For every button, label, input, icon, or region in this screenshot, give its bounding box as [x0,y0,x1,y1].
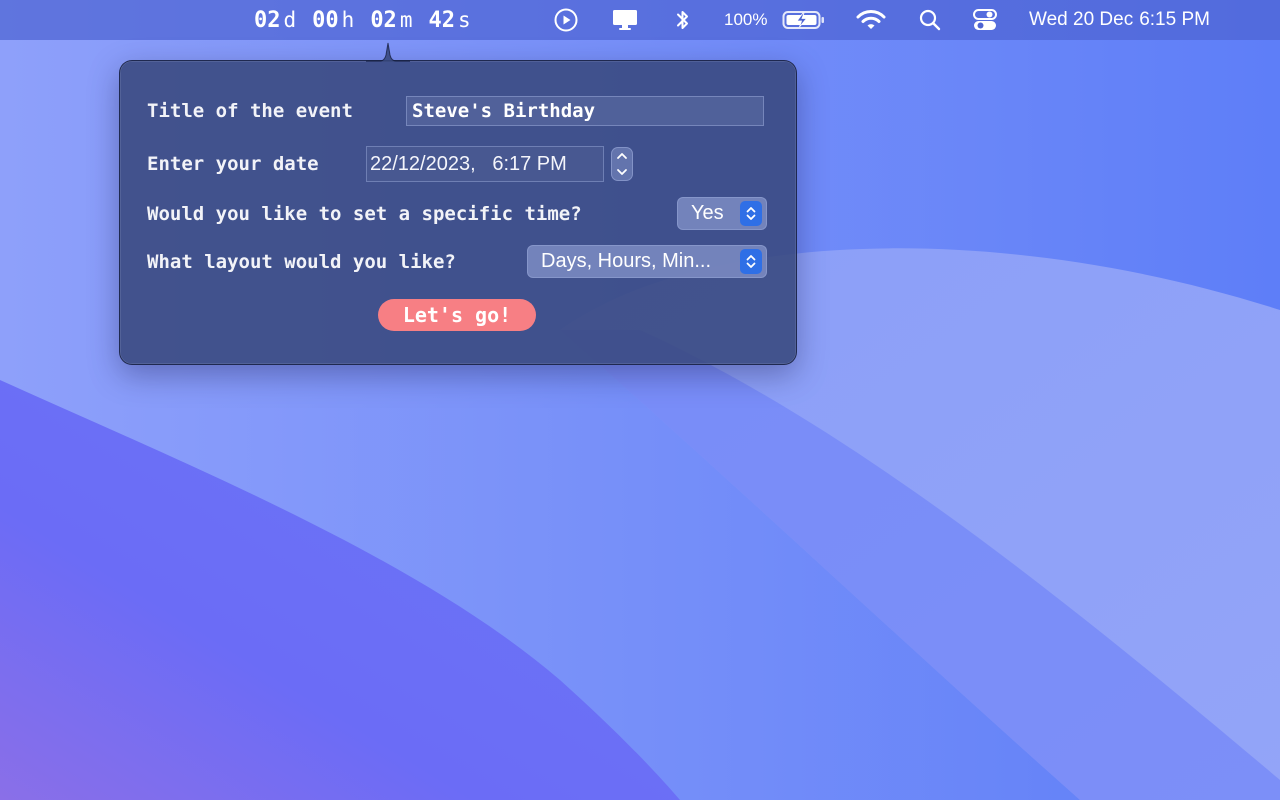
play-circle-icon[interactable] [553,0,579,40]
event-title-label: Title of the event [147,100,353,122]
stepper-up-icon[interactable] [612,148,632,164]
popover-arrow [366,42,410,62]
search-icon[interactable] [918,0,942,40]
wifi-icon[interactable] [855,0,887,40]
countdown-hours-unit: h [341,7,355,32]
chevron-up-down-icon [740,249,762,274]
display-icon[interactable] [611,0,639,40]
battery-percent: 100% [724,10,768,29]
countdown-seconds: 42 [428,7,455,33]
layout-label: What layout would you like? [147,251,456,273]
menubar-clock[interactable]: Wed 20 Dec 6:15 PM [1029,0,1210,40]
specific-time-select[interactable]: Yes [677,197,767,230]
layout-select[interactable]: Days, Hours, Min... [527,245,767,278]
control-center-icon[interactable] [972,0,998,40]
event-title-input[interactable]: Steve's Birthday [406,96,764,126]
countdown-seconds-unit: s [457,7,471,32]
countdown-minutes-unit: m [399,7,413,32]
countdown-days-unit: d [283,7,297,32]
menu-bar: 02 d 00 h 02 m 42 s 100% Wed 20 Dec 6:15 PM [0,0,1280,40]
countdown-minutes: 02 [370,7,397,33]
menubar-time: 6:15 PM [1139,9,1210,30]
menubar-date: Wed 20 Dec [1029,9,1134,30]
event-date-picker[interactable]: 22/12/2023, 6:17 PM [366,146,604,182]
countdown-hours: 00 [312,7,339,33]
lets-go-button[interactable]: Let's go! [378,299,536,331]
countdown-timer[interactable]: 02 d 00 h 02 m 42 s [254,0,487,40]
event-date-label: Enter your date [147,153,319,175]
bluetooth-icon[interactable] [674,0,692,40]
date-stepper[interactable] [611,147,633,181]
chevron-up-down-icon [740,201,762,226]
stepper-down-icon[interactable] [612,164,632,180]
specific-time-value: Yes [691,202,724,224]
battery-icon[interactable] [782,0,826,40]
countdown-days: 02 [254,7,281,33]
specific-time-label: Would you like to set a specific time? [147,203,582,225]
layout-value: Days, Hours, Min... [541,250,712,272]
